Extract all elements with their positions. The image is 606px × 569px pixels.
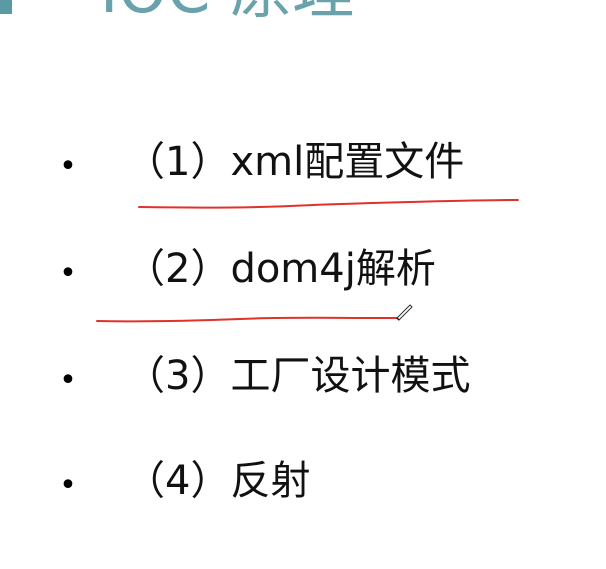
bullet-4: • (59, 468, 77, 503)
title-accent-bar (0, 0, 12, 14)
bullet-3: • (59, 363, 77, 398)
list-item-4: （4）反射 (125, 458, 311, 504)
slide-canvas: IOC 原理 • （1）xml配置文件 • （2）dom4j解析 • （3）工厂… (0, 0, 606, 569)
list-item-3: （3）工厂设计模式 (125, 353, 471, 399)
bullet-1: • (59, 149, 77, 184)
list-item-2: （2）dom4j解析 (125, 246, 436, 292)
slide-title: IOC 原理 (100, 0, 354, 22)
bullet-2: • (59, 256, 77, 291)
underline-annotation-2 (96, 316, 400, 323)
pen-cursor-icon (396, 304, 413, 321)
underline-annotation-1 (138, 199, 519, 209)
list-item-1: （1）xml配置文件 (125, 139, 465, 185)
